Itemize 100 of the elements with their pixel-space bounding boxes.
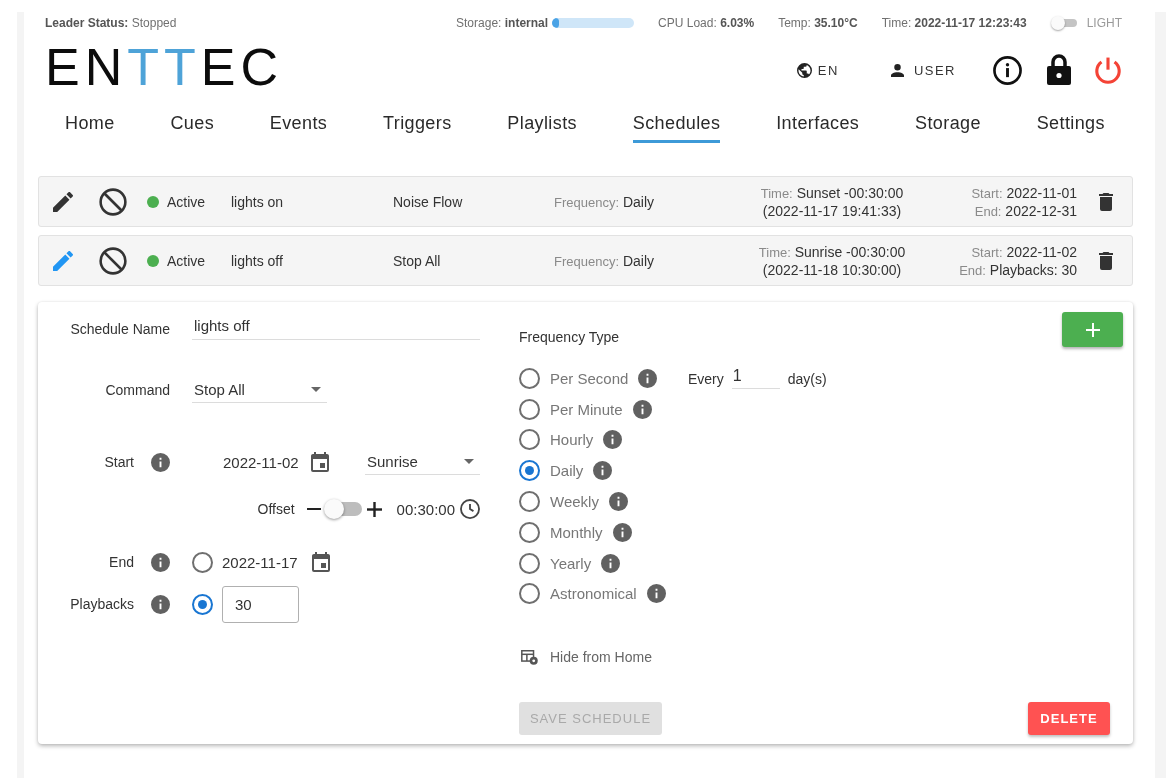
nav-tab[interactable]: Playlists (507, 102, 577, 143)
info-icon[interactable] (993, 55, 1022, 85)
caret-icon (311, 387, 321, 392)
field-label: Start (104, 454, 134, 470)
playbacks-field[interactable]: 30 (222, 585, 299, 623)
info-icon[interactable] (603, 430, 623, 450)
plus-icon[interactable] (366, 501, 382, 517)
field-label: Schedule Name (70, 321, 170, 337)
pencil-icon[interactable] (53, 191, 73, 212)
plus-icon (1085, 322, 1100, 337)
radio-label[interactable]: Astronomical (550, 585, 637, 603)
radio-button[interactable] (519, 521, 540, 543)
interval-label: Every (688, 370, 724, 387)
table-eye-icon (521, 649, 538, 665)
status-text: Active (167, 193, 206, 210)
event-select[interactable]: Sunrise (365, 449, 480, 475)
block-icon[interactable] (99, 187, 127, 216)
nav-tab[interactable]: Triggers (383, 102, 452, 143)
field-label: Playbacks (70, 596, 134, 612)
radio-button[interactable] (519, 552, 540, 574)
trash-icon[interactable] (1099, 192, 1113, 211)
offset-switch[interactable] (323, 499, 362, 519)
info-icon[interactable] (632, 399, 652, 419)
radio-button[interactable] (519, 491, 540, 513)
radio-button[interactable] (519, 429, 540, 451)
theme-switch[interactable] (1050, 16, 1077, 30)
radio-label[interactable]: Yearly (550, 554, 592, 572)
radio-label[interactable]: Monthly (550, 523, 603, 541)
lock-icon[interactable] (1047, 53, 1071, 85)
info-icon[interactable] (151, 552, 170, 572)
radio-button[interactable] (192, 593, 213, 615)
info-icon[interactable] (638, 368, 658, 388)
radio-button[interactable] (519, 367, 540, 389)
clock-icon[interactable] (460, 499, 480, 519)
end-text: End: 2022-12-31 (974, 202, 1077, 219)
language-button[interactable]: EN (796, 62, 839, 78)
frequency-text: Frequency: Daily (554, 193, 655, 210)
field-label: End (109, 554, 134, 570)
radio-label[interactable]: Per Second (550, 369, 629, 387)
start-date-text: Start: 2022-11-02 (971, 243, 1077, 260)
date-field[interactable]: 2022-11-17 (222, 553, 298, 571)
calendar-icon[interactable] (310, 452, 329, 472)
time-text: Time: Sunrise -00:30:00 (758, 243, 906, 260)
calendar-icon[interactable] (311, 552, 330, 572)
schedule-row[interactable]: Active lights off Stop All Frequency: Daily Time: Sunrise -00:30:00 (2022-11-18 10:30:00) Start: 2022-11-02 End: Playbacks: 30 (38, 235, 1133, 286)
interval-unit-text: day(s) (787, 370, 827, 387)
date-field[interactable]: 2022-11-02 (223, 453, 299, 471)
cpu-load-text: CPU Load: 6.03% (658, 16, 755, 30)
radio-button[interactable] (519, 460, 540, 482)
radio-label[interactable]: Daily (550, 462, 584, 480)
trash-icon[interactable] (1099, 251, 1113, 270)
schedule-name-text: lights on (231, 193, 284, 210)
info-icon[interactable] (612, 522, 632, 542)
nav-tab[interactable]: Storage (915, 102, 981, 143)
command-text: Stop All (393, 252, 441, 269)
command-select[interactable]: Stop All (192, 377, 327, 403)
logo-text: ENTTEC (45, 41, 284, 93)
nav-tab[interactable]: Events (269, 102, 328, 143)
leader-status-text: Leader Status: Stopped (45, 16, 177, 30)
temperature-text: Temp: 35.10°C (778, 16, 858, 30)
add-button[interactable] (1062, 312, 1123, 347)
block-icon[interactable] (99, 246, 127, 275)
hide-from-home-button[interactable]: Hide from Home (521, 647, 652, 668)
info-icon[interactable] (151, 594, 170, 614)
radio-label[interactable]: Hourly (550, 431, 594, 449)
person-icon (890, 63, 904, 77)
user-button[interactable]: USER (890, 62, 956, 78)
info-icon[interactable] (608, 492, 628, 512)
next-time-text: (2022-11-18 10:30:00) (762, 261, 902, 278)
end-text: End: Playbacks: 30 (959, 261, 1077, 278)
radio-button[interactable] (192, 551, 213, 573)
minus-icon[interactable] (306, 507, 321, 511)
next-time-text: (2022-11-17 19:41:33) (762, 202, 902, 219)
caret-icon (464, 459, 474, 464)
offset-label: Offset (257, 501, 295, 517)
radio-button[interactable] (519, 398, 540, 420)
name-field[interactable]: lights off (192, 314, 480, 340)
storage-status-text: Storage: internal (456, 16, 549, 30)
info-icon[interactable] (646, 584, 666, 604)
section-title: Frequency Type (519, 328, 621, 347)
nav-tab[interactable]: Schedules (632, 102, 721, 143)
nav-tab[interactable]: Settings (1036, 102, 1105, 143)
globe-icon (796, 62, 812, 78)
interval-field[interactable]: 1 (731, 364, 780, 389)
info-icon[interactable] (151, 452, 170, 472)
field-label: Command (105, 382, 170, 398)
info-icon[interactable] (601, 553, 621, 573)
offset-time-field[interactable]: 00:30:00 (396, 500, 455, 518)
power-icon[interactable] (1094, 56, 1122, 84)
radio-button[interactable] (519, 583, 540, 605)
nav-tab[interactable]: Home (65, 102, 115, 143)
frequency-text: Frequency: Daily (554, 252, 655, 269)
schedule-row[interactable]: Active lights on Noise Flow Frequency: Daily Time: Sunset -00:30:00 (2022-11-17 19:41:33) Start: 2022-11-01 End: 2022-12-31 (38, 176, 1133, 227)
nav-tab[interactable]: Cues (170, 102, 215, 143)
command-text: Noise Flow (393, 193, 463, 210)
nav-tab[interactable]: Interfaces (776, 102, 860, 143)
theme-label: LIGHT (1086, 16, 1122, 30)
info-icon[interactable] (593, 461, 613, 481)
radio-label[interactable]: Weekly (550, 493, 599, 511)
radio-label[interactable]: Per Minute (550, 400, 623, 418)
